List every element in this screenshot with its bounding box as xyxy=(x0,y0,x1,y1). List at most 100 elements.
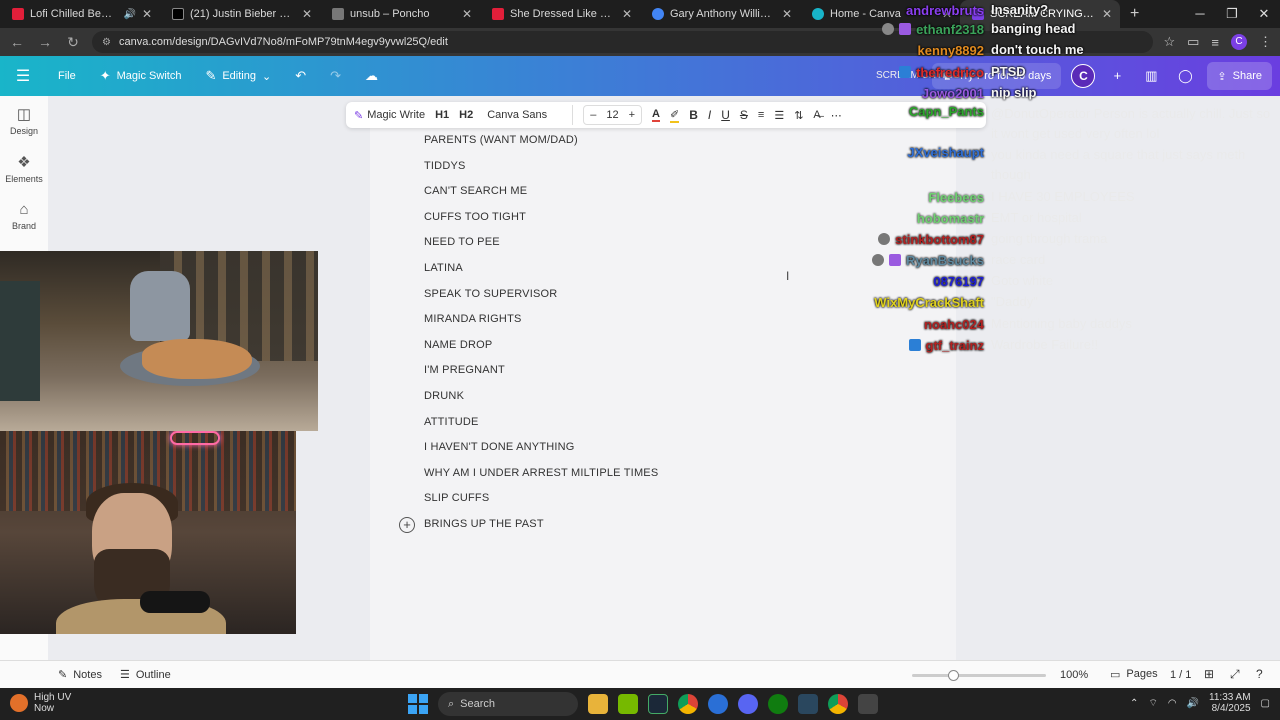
help-icon[interactable]: ? xyxy=(1256,667,1263,681)
windows-start-icon[interactable] xyxy=(408,694,428,714)
bullet-list-icon[interactable]: ☰ xyxy=(774,109,784,122)
xbox-icon[interactable] xyxy=(768,694,788,714)
zoom-slider[interactable] xyxy=(912,670,1046,681)
cloud-save-button[interactable]: ☁ xyxy=(353,68,390,84)
editing-mode-dropdown[interactable]: ✎ Editing ⌄ xyxy=(193,68,283,84)
redo-button[interactable]: ↷ xyxy=(318,68,353,84)
notifications-icon[interactable]: ▢ xyxy=(1261,698,1270,709)
network-icon[interactable]: ⌔ xyxy=(1148,697,1157,710)
chat-message: I HAVE 30 EMPLOYEES xyxy=(991,189,1135,204)
more-options-icon[interactable]: ⋯ xyxy=(831,109,842,122)
streaming-app-icon[interactable] xyxy=(858,694,878,714)
nvidia-icon[interactable] xyxy=(618,694,638,714)
doc-line[interactable]: I'M PREGNANT xyxy=(424,362,824,388)
doc-line[interactable]: SPEAK TO SUPERVISOR xyxy=(424,286,824,312)
edge-app-icon[interactable] xyxy=(708,694,728,714)
close-tab-icon[interactable]: ✕ xyxy=(302,7,312,21)
doc-line[interactable]: TIDDYS xyxy=(424,158,824,184)
prime-badge-icon xyxy=(899,66,912,78)
notes-button[interactable]: ✎ Notes xyxy=(0,668,102,682)
doc-line[interactable]: DRUNK xyxy=(424,388,824,414)
magic-switch-button[interactable]: ✦ Magic Switch xyxy=(88,68,194,84)
steam-icon[interactable] xyxy=(648,694,668,714)
file-explorer-icon[interactable] xyxy=(588,694,608,714)
align-icon[interactable]: ≡ xyxy=(758,109,764,121)
taskbar-search[interactable]: ⌕ Search xyxy=(438,692,578,716)
reload-icon[interactable]: ↻ xyxy=(64,34,82,51)
close-tab-icon[interactable]: ✕ xyxy=(622,7,632,21)
webcam-scene-cabinet xyxy=(0,281,40,401)
forward-icon[interactable]: → xyxy=(36,34,54,50)
zoom-slider-handle[interactable] xyxy=(948,670,959,681)
rail-item-design[interactable]: ◫ Design xyxy=(0,96,48,144)
magic-write-label: Magic Write xyxy=(367,109,426,121)
doc-line[interactable]: NAME DROP xyxy=(424,337,824,363)
file-menu[interactable]: File xyxy=(46,70,88,82)
fullscreen-icon[interactable]: ⤢ xyxy=(1230,667,1240,682)
doc-line[interactable]: MIRANDA RIGHTS xyxy=(424,311,824,337)
close-tab-icon[interactable]: ✕ xyxy=(462,7,472,21)
site-info-icon[interactable]: ⚙ xyxy=(102,37,111,48)
heading2-button[interactable]: H2 xyxy=(459,109,473,121)
italic-button[interactable]: I xyxy=(708,108,711,122)
bold-button[interactable]: B xyxy=(689,108,698,122)
doc-line[interactable]: SLIP CUFFS xyxy=(424,490,824,516)
undo-button[interactable]: ↶ xyxy=(283,68,318,84)
font-size-increase-button[interactable]: + xyxy=(629,109,635,121)
text-color-icon[interactable]: A xyxy=(652,108,660,122)
browser-tab[interactable]: unsub – Poncho ✕ xyxy=(320,0,480,28)
heading1-button[interactable]: H1 xyxy=(435,109,449,121)
volume-icon[interactable]: 🔊 xyxy=(1187,698,1199,709)
wifi-icon[interactable]: ◠ xyxy=(1168,698,1177,709)
underline-button[interactable]: U xyxy=(721,108,730,122)
zoom-value[interactable]: 100% xyxy=(1060,669,1088,681)
browser-tab[interactable]: She Dressed Like a Cop But Ca ✕ xyxy=(480,0,640,28)
close-tab-icon[interactable]: ✕ xyxy=(782,7,792,21)
doc-line[interactable]: ATTITUDE xyxy=(424,414,824,440)
weather-widget[interactable]: High UV Now xyxy=(10,692,71,714)
tray-overflow-icon[interactable]: ⌃ xyxy=(1130,698,1138,709)
highlight-icon[interactable]: ✐ xyxy=(669,108,680,123)
outline-button[interactable]: ☰ Outline xyxy=(102,668,171,682)
chat-line: thefredrico PTSD xyxy=(860,62,1280,82)
redo-icon: ↷ xyxy=(330,68,342,83)
magic-write-button[interactable]: ✎ Magic Write xyxy=(354,109,425,122)
font-size-input[interactable]: 12 xyxy=(606,109,618,121)
doc-line[interactable]: WHY AM I UNDER ARREST MILTIPLE TIMES xyxy=(424,465,824,491)
chat-username: Jowo2001 xyxy=(921,85,984,101)
document-text-list[interactable]: PARENTS (WANT MOM/DAD) TIDDYS CAN'T SEAR… xyxy=(424,132,824,542)
doc-line[interactable]: NEED TO PEE xyxy=(424,234,824,260)
doc-line[interactable]: LATINA xyxy=(424,260,824,286)
pages-button[interactable]: ▭ Pages xyxy=(1110,668,1158,681)
doc-line[interactable]: PARENTS (WANT MOM/DAD) xyxy=(424,132,824,158)
close-tab-icon[interactable]: ✕ xyxy=(142,7,152,21)
browser-tab[interactable]: Gary Anthony Williams - Googl ✕ xyxy=(640,0,800,28)
doc-line[interactable]: I HAVEN'T DONE ANYTHING xyxy=(424,439,824,465)
chat-line: Capn_Pants @DonutOperator Person is actua… xyxy=(860,104,1280,144)
hamburger-menu-icon[interactable]: ☰ xyxy=(0,66,46,86)
tab-title: She Dressed Like a Cop But Ca xyxy=(510,8,616,20)
doc-line[interactable]: CAN'T SEARCH ME xyxy=(424,183,824,209)
doc-line[interactable]: BRINGS UP THE PAST xyxy=(424,516,824,542)
text-effects-icon[interactable]: A̶ xyxy=(813,109,820,121)
line-spacing-icon[interactable]: ⇅ xyxy=(794,109,803,122)
steam-icon-2[interactable] xyxy=(798,694,818,714)
font-family-dropdown[interactable]: Canva Sans xyxy=(483,105,574,125)
search-label: Search xyxy=(460,698,496,710)
add-block-plus-icon[interactable]: + xyxy=(399,517,415,533)
grid-view-icon[interactable]: ⊞ xyxy=(1204,667,1214,681)
cloud-check-icon: ☁ xyxy=(365,68,379,83)
font-size-decrease-button[interactable]: – xyxy=(590,109,596,121)
browser-tab[interactable]: Lofi Chilled Beats - 12 Hou 🔊 ✕ xyxy=(0,0,160,28)
back-icon[interactable]: ← xyxy=(8,34,26,50)
strikethrough-button[interactable]: S xyxy=(740,108,748,122)
browser-tab[interactable]: (21) Justin Bieber on X: "https:/ ✕ xyxy=(160,0,320,28)
chrome-icon-2[interactable] xyxy=(828,694,848,714)
chrome-icon[interactable] xyxy=(678,694,698,714)
speaker-icon[interactable]: 🔊 xyxy=(123,9,135,20)
rail-item-elements[interactable]: ❖ Elements xyxy=(0,144,48,192)
doc-line[interactable]: CUFFS TOO TIGHT xyxy=(424,209,824,235)
discord-icon[interactable] xyxy=(738,694,758,714)
system-clock[interactable]: 11:33 AM 8/4/2025 xyxy=(1209,692,1251,714)
rail-item-brand[interactable]: ⌂ Brand xyxy=(0,192,48,240)
